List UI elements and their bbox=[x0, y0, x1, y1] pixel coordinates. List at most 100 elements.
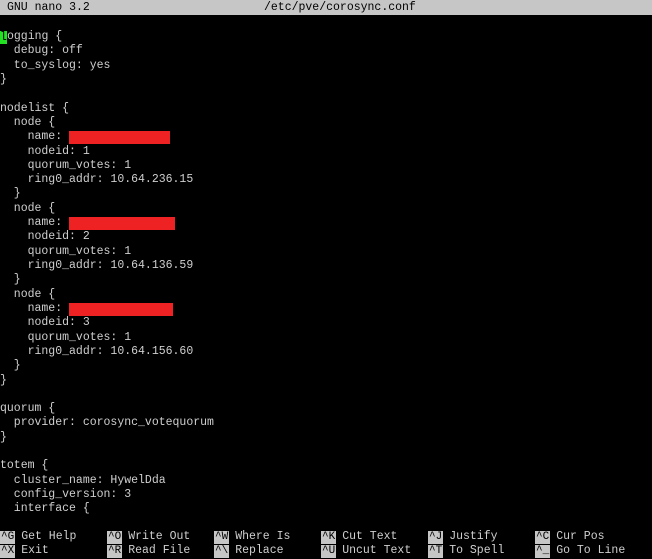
line-text: nodeid: 1 bbox=[0, 144, 90, 158]
shortcut-label: Where Is bbox=[235, 530, 291, 543]
line-text: } bbox=[0, 187, 21, 201]
editor-line: quorum { bbox=[0, 402, 652, 416]
line-text: quorum_votes: 1 bbox=[0, 244, 132, 258]
editor-line: to_syslog: yes bbox=[0, 59, 652, 73]
shortcut-label: Exit bbox=[21, 544, 49, 557]
line-text: totem { bbox=[0, 459, 49, 473]
shortcut-label: Uncut Text bbox=[342, 544, 412, 557]
editor-line: logging { bbox=[0, 30, 652, 44]
editor-line: } bbox=[0, 359, 652, 373]
line-text: ring0_addr: 10.64.156.60 bbox=[0, 344, 194, 358]
editor-line: name: bbox=[0, 216, 652, 231]
shortcut-item[interactable]: ^G Get Help bbox=[0, 530, 76, 544]
editor-line: debug: off bbox=[0, 44, 652, 58]
line-text: name: bbox=[0, 130, 70, 144]
shortcut-label: Write Out bbox=[128, 530, 191, 543]
editor-line: nodelist { bbox=[0, 102, 652, 116]
shortcut-label: Cur Pos bbox=[556, 530, 605, 543]
editor-line: provider: corosync_votequorum bbox=[0, 416, 652, 430]
editor-line: totem { bbox=[0, 459, 652, 473]
shortcut-key: ^U bbox=[321, 544, 337, 558]
line-text: } bbox=[0, 273, 21, 287]
shortcut-item[interactable]: ^C Cur Pos bbox=[535, 530, 605, 544]
line-text: to_syslog: yes bbox=[0, 58, 111, 72]
shortcut-label: Go To Line bbox=[556, 544, 626, 557]
editor-line: node { bbox=[0, 116, 652, 130]
line-text: quorum_votes: 1 bbox=[0, 158, 132, 172]
editor-line: ring0_addr: 10.64.156.60 bbox=[0, 345, 652, 359]
line-text: debug: off bbox=[0, 44, 83, 58]
line-text: interface { bbox=[0, 502, 90, 516]
nano-terminal: GNU nano 3.2 /etc/pve/corosync.conf logg… bbox=[0, 0, 652, 559]
editor-line: nodeid: 3 bbox=[0, 316, 652, 330]
line-text: ring0_addr: 10.64.136.59 bbox=[0, 259, 194, 272]
shortcut-label: Get Help bbox=[21, 530, 77, 543]
shortcut-label: To Spell bbox=[449, 544, 505, 557]
line-text: provider: corosync_votequorum bbox=[0, 416, 214, 430]
shortcut-key: ^K bbox=[321, 530, 337, 544]
line-text: name: bbox=[0, 216, 70, 230]
shortcut-row-2: ^X Exit ^R Read File ^\ Replace ^U Uncut Text ^T… bbox=[0, 544, 652, 558]
editor-line: interface { bbox=[0, 502, 652, 516]
shortcut-item[interactable]: ^K Cut Text bbox=[321, 530, 397, 544]
shortcut-key: ^C bbox=[535, 530, 551, 544]
shortcut-item[interactable]: ^O Write Out bbox=[107, 530, 190, 544]
shortcut-item[interactable]: ^_ Go To Line bbox=[535, 544, 625, 558]
shortcut-key: ^X bbox=[0, 544, 16, 558]
line-text: nodeid: 3 bbox=[0, 316, 90, 330]
editor-line: node { bbox=[0, 288, 652, 302]
editor-buffer[interactable]: logging { debug: off to_syslog: yes} node… bbox=[0, 30, 652, 517]
shortcut-key: ^J bbox=[428, 530, 444, 544]
shortcut-key: ^O bbox=[107, 530, 123, 544]
shortcut-item[interactable]: ^T To Spell bbox=[428, 544, 504, 558]
shortcut-item[interactable]: ^X Exit bbox=[0, 544, 49, 558]
editor-line: name: bbox=[0, 302, 652, 316]
shortcut-key: ^T bbox=[428, 544, 444, 558]
line-text: quorum { bbox=[0, 402, 56, 416]
shortcut-row-1: ^G Get Help ^O Write Out ^W Where Is ^K Cut Tex… bbox=[0, 530, 652, 544]
redacted-node-name bbox=[69, 217, 176, 231]
line-text: node { bbox=[0, 201, 56, 215]
line-text: nodelist { bbox=[0, 101, 70, 115]
shortcut-key: ^W bbox=[214, 530, 230, 544]
shortcut-item[interactable]: ^R Read File bbox=[107, 544, 190, 558]
line-text: ring0_addr: 10.64.236.15 bbox=[0, 173, 194, 187]
editor-line: nodeid: 1 bbox=[0, 145, 652, 159]
line-text: node { bbox=[0, 115, 56, 129]
editor-line: ring0_addr: 10.64.136.59 bbox=[0, 259, 652, 273]
line-text: node { bbox=[0, 287, 56, 301]
shortcut-item[interactable]: ^U Uncut Text bbox=[321, 544, 411, 558]
editor-line: } bbox=[0, 187, 652, 201]
shortcut-item[interactable]: ^\ Replace bbox=[214, 544, 284, 558]
shortcut-key: ^_ bbox=[535, 544, 551, 558]
line-text: } bbox=[0, 72, 7, 86]
editor-line: } bbox=[0, 374, 652, 388]
text-cursor: l bbox=[0, 31, 7, 44]
line-text: quorum_votes: 1 bbox=[0, 330, 132, 344]
editor-line: name: bbox=[0, 130, 652, 145]
line-text: nodeid: 2 bbox=[0, 230, 90, 244]
editor-line: config_version: 3 bbox=[0, 488, 652, 502]
line-text: config_version: 3 bbox=[0, 488, 132, 501]
shortcut-item[interactable]: ^W Where Is bbox=[214, 530, 290, 544]
editor-line: } bbox=[0, 431, 652, 445]
redacted-node-name bbox=[69, 131, 171, 145]
line-text: } bbox=[0, 359, 21, 373]
line-text: name: bbox=[0, 301, 70, 315]
shortcut-bar: ^G Get Help ^O Write Out ^W Where Is ^K Cut Tex… bbox=[0, 530, 652, 559]
editor-line: nodeid: 2 bbox=[0, 230, 652, 244]
editor-line: quorum_votes: 1 bbox=[0, 245, 652, 259]
editor-line: cluster_name: HywelDda bbox=[0, 474, 652, 488]
shortcut-item[interactable]: ^J Justify bbox=[428, 530, 498, 544]
shortcut-label: Replace bbox=[235, 544, 284, 557]
editor-line: quorum_votes: 1 bbox=[0, 331, 652, 345]
shortcut-label: Justify bbox=[449, 530, 498, 543]
redacted-node-name bbox=[69, 302, 174, 316]
line-text: ogging { bbox=[7, 30, 63, 43]
shortcut-label: Read File bbox=[128, 544, 191, 557]
title-bar: GNU nano 3.2 /etc/pve/corosync.conf bbox=[0, 0, 652, 15]
editor-line: node { bbox=[0, 202, 652, 216]
